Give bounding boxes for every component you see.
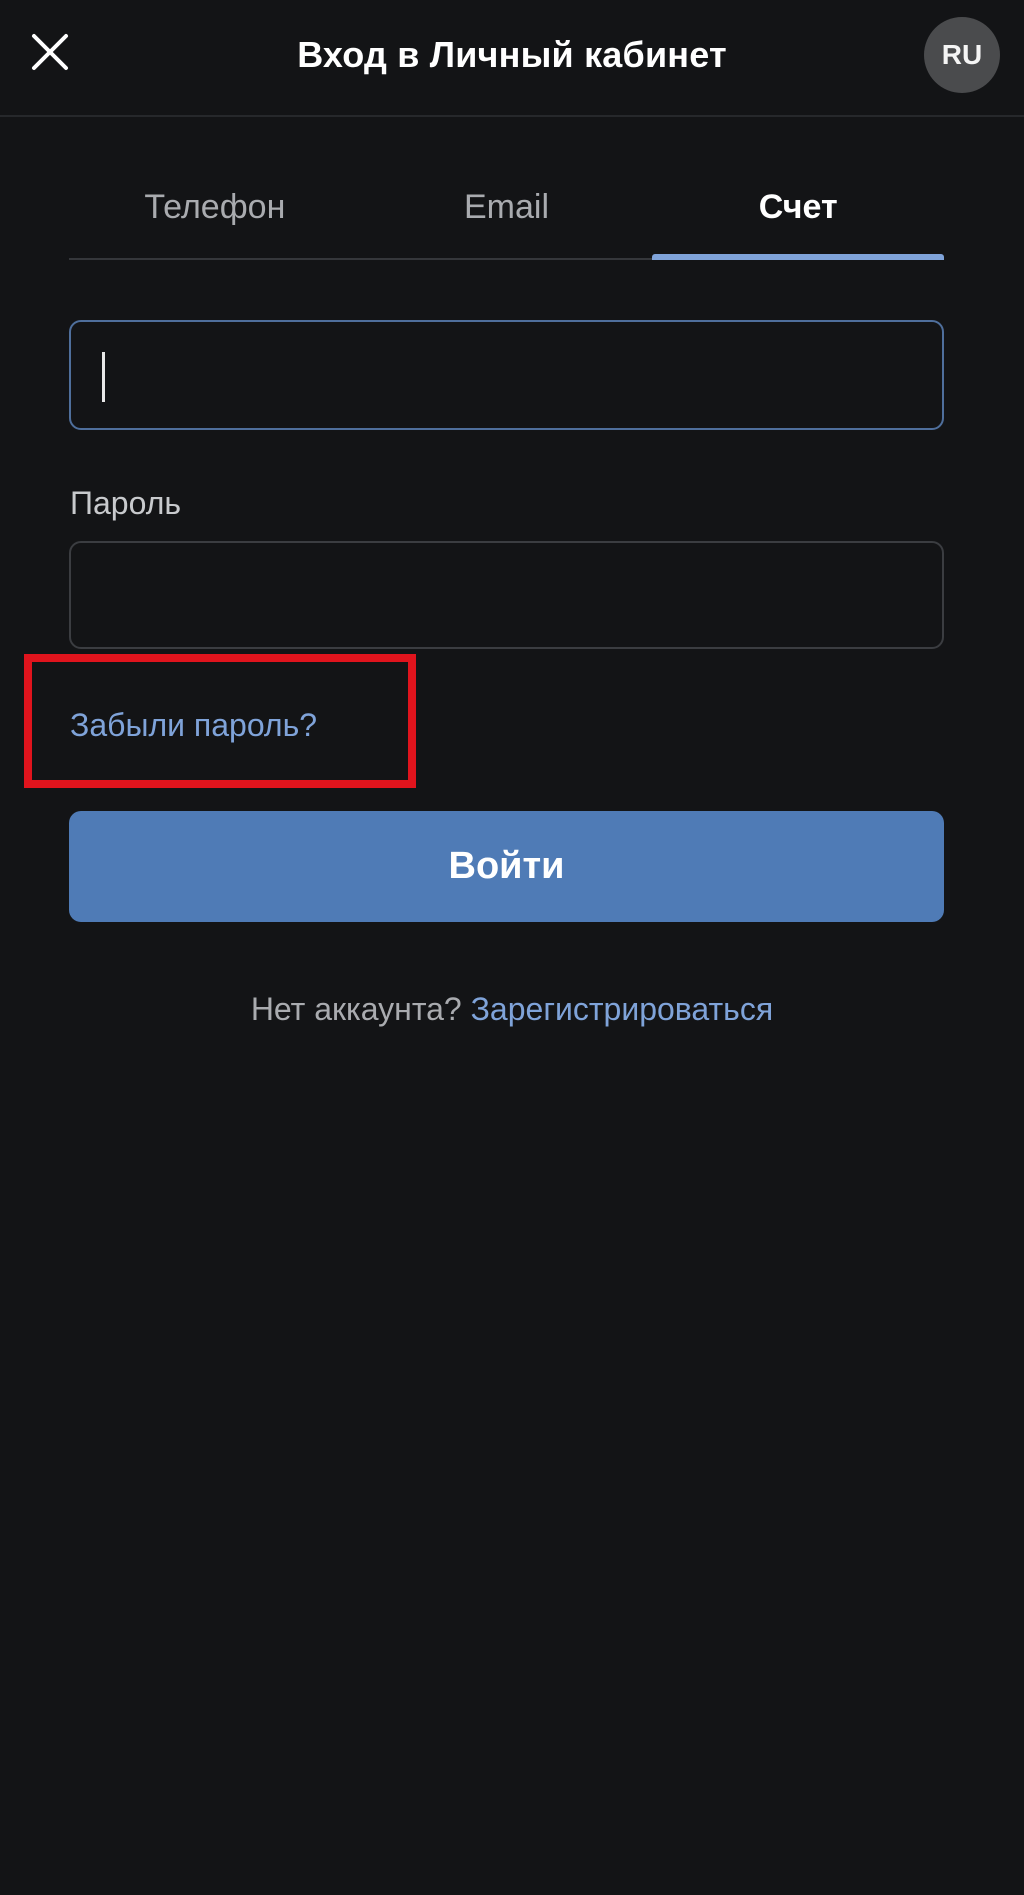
signup-row: Нет аккаунта? Зарегистрироваться — [0, 986, 1024, 1032]
page-title: Вход в Личный кабинет — [297, 34, 727, 75]
tab-phone[interactable]: Телефон — [69, 168, 361, 258]
tab-account[interactable]: Счет — [652, 168, 944, 260]
text-caret — [102, 352, 105, 402]
signup-prompt: Нет аккаунта? — [250, 991, 462, 1027]
login-method-tabs: Телефон Email Счет — [69, 168, 944, 260]
language-button[interactable]: RU — [924, 17, 1000, 93]
password-label: Пароль — [70, 485, 182, 521]
signup-link[interactable]: Зарегистрироваться — [471, 991, 774, 1027]
login-button[interactable]: Войти — [69, 811, 944, 922]
forgot-password-link[interactable]: Забыли пароль? — [70, 702, 317, 748]
top-bar: Вход в Личный кабинет RU — [0, 0, 1024, 117]
tab-email[interactable]: Email — [361, 168, 653, 258]
password-input[interactable] — [69, 541, 944, 649]
account-number-input[interactable] — [69, 320, 944, 430]
